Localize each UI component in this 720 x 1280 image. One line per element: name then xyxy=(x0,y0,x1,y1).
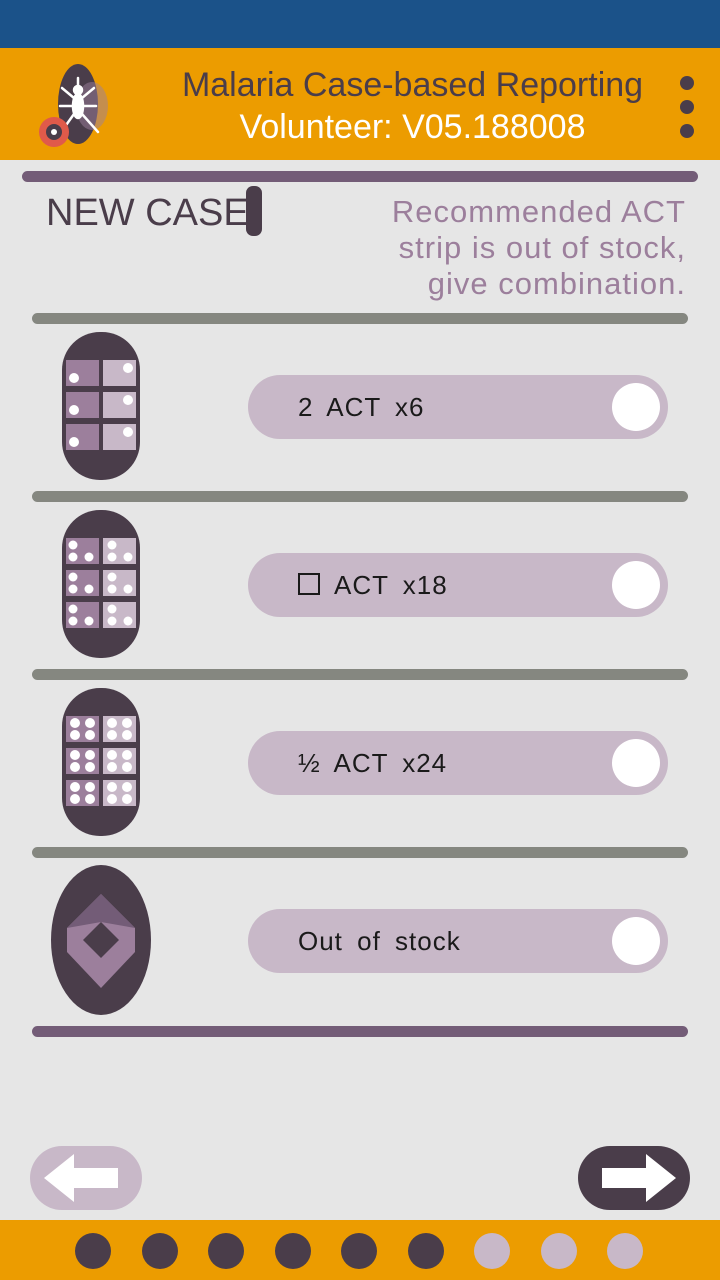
status-bar xyxy=(0,0,720,48)
bottom-divider xyxy=(32,1026,688,1037)
option-label: ½ ACT x24 xyxy=(298,748,448,778)
volunteer-id: Volunteer: V05.188008 xyxy=(239,108,586,146)
act-strip-24-icon xyxy=(62,688,140,836)
toggle-option-act-x18[interactable]: ACT x18 xyxy=(248,553,668,617)
toggle-option-out-of-stock[interactable]: Out of stock xyxy=(248,909,668,973)
mosquito-icon xyxy=(39,64,108,147)
app-title: Malaria Case-based Reporting xyxy=(181,66,644,104)
option-label-row: ACT x18 xyxy=(298,553,448,617)
toggle-option-2-act-x6[interactable]: 2 ACT x6 xyxy=(248,375,668,439)
act-strip-6-icon xyxy=(62,332,140,480)
progress-dot xyxy=(407,1233,444,1269)
more-vert-icon[interactable] xyxy=(672,74,702,140)
divider xyxy=(32,669,688,680)
progress-dot xyxy=(208,1233,244,1269)
stock-notice: Recommended ACT strip is out of stock, g… xyxy=(391,194,686,301)
toggle-knob[interactable] xyxy=(612,917,660,965)
progress-dot xyxy=(75,1233,111,1269)
arrow-right-icon xyxy=(602,1154,676,1202)
progress-dot xyxy=(341,1233,377,1269)
option-label: 2 ACT x6 xyxy=(298,392,425,422)
toggle-knob[interactable] xyxy=(612,739,660,787)
divider xyxy=(32,313,688,324)
progress-dot xyxy=(141,1233,178,1269)
progress-dot xyxy=(540,1233,577,1269)
progress-footer xyxy=(0,1220,720,1280)
progress-dot xyxy=(607,1233,643,1269)
toggle-knob[interactable] xyxy=(612,561,660,609)
progress-dot xyxy=(274,1233,311,1269)
act-strip-18-icon xyxy=(62,510,140,658)
top-divider xyxy=(22,171,698,182)
out-of-stock-icon xyxy=(51,865,151,1015)
toggle-knob[interactable] xyxy=(612,383,660,431)
text-cursor-marker xyxy=(246,186,262,236)
app-header: Malaria Case-based Reporting Volunteer: … xyxy=(0,48,720,160)
divider xyxy=(32,847,688,858)
back-button[interactable] xyxy=(30,1146,142,1210)
next-button[interactable] xyxy=(578,1146,690,1210)
arrow-left-icon xyxy=(44,1154,118,1202)
option-label: ACT x18 xyxy=(334,570,448,600)
page-title: NEW CASE xyxy=(46,192,249,234)
toggle-option-half-act-x24[interactable]: ½ ACT x24 xyxy=(248,731,668,795)
divider xyxy=(32,491,688,502)
checkbox-icon xyxy=(298,573,320,595)
progress-dot xyxy=(474,1233,510,1269)
option-label: Out of stock xyxy=(298,926,461,956)
